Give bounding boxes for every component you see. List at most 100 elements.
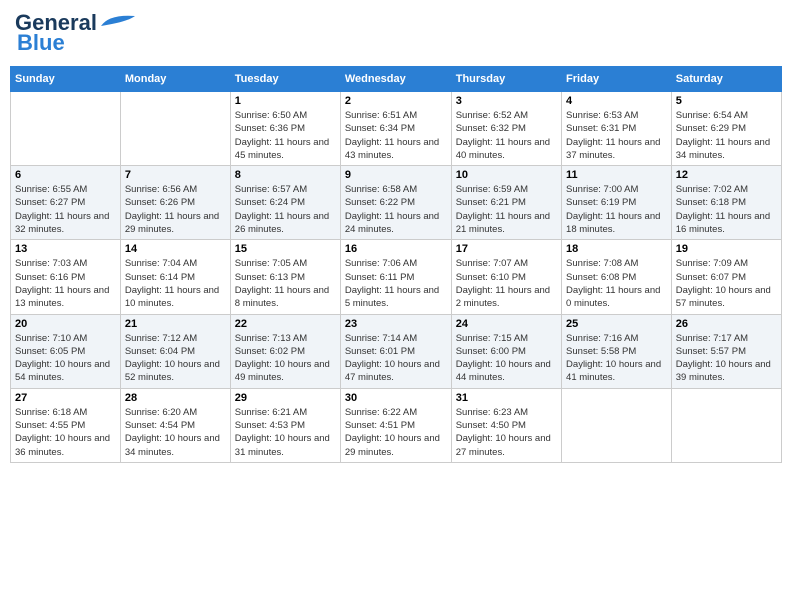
day-detail: Sunrise: 7:03 AM Sunset: 6:16 PM Dayligh… bbox=[15, 257, 116, 310]
day-detail: Sunrise: 6:56 AM Sunset: 6:26 PM Dayligh… bbox=[125, 183, 226, 236]
day-number: 18 bbox=[566, 243, 667, 255]
calendar-cell: 16 Sunrise: 7:06 AM Sunset: 6:11 PM Dayli… bbox=[340, 240, 451, 314]
day-number: 4 bbox=[566, 95, 667, 107]
calendar-cell: 20 Sunrise: 7:10 AM Sunset: 6:05 PM Dayli… bbox=[11, 314, 121, 388]
day-detail: Sunrise: 7:07 AM Sunset: 6:10 PM Dayligh… bbox=[456, 257, 557, 310]
day-detail: Sunrise: 7:00 AM Sunset: 6:19 PM Dayligh… bbox=[566, 183, 667, 236]
day-number: 24 bbox=[456, 318, 557, 330]
day-number: 17 bbox=[456, 243, 557, 255]
calendar-cell: 10 Sunrise: 6:59 AM Sunset: 6:21 PM Dayli… bbox=[451, 166, 561, 240]
calendar-cell: 1 Sunrise: 6:50 AM Sunset: 6:36 PM Daylig… bbox=[230, 92, 340, 166]
day-detail: Sunrise: 6:23 AM Sunset: 4:50 PM Dayligh… bbox=[456, 406, 557, 459]
day-detail: Sunrise: 6:55 AM Sunset: 6:27 PM Dayligh… bbox=[15, 183, 116, 236]
logo-blue: Blue bbox=[17, 30, 65, 56]
day-number: 19 bbox=[676, 243, 777, 255]
day-detail: Sunrise: 7:02 AM Sunset: 6:18 PM Dayligh… bbox=[676, 183, 777, 236]
calendar-cell: 30 Sunrise: 6:22 AM Sunset: 4:51 PM Dayli… bbox=[340, 388, 451, 462]
day-detail: Sunrise: 7:12 AM Sunset: 6:04 PM Dayligh… bbox=[125, 332, 226, 385]
day-number: 26 bbox=[676, 318, 777, 330]
calendar-cell: 5 Sunrise: 6:54 AM Sunset: 6:29 PM Daylig… bbox=[671, 92, 781, 166]
calendar-cell: 8Sunrise: 6:57 AM Sunset: 6:24 PM Daylig… bbox=[230, 166, 340, 240]
day-detail: Sunrise: 6:52 AM Sunset: 6:32 PM Dayligh… bbox=[456, 109, 557, 162]
day-detail: Sunrise: 6:21 AM Sunset: 4:53 PM Dayligh… bbox=[235, 406, 336, 459]
day-number: 13 bbox=[15, 243, 116, 255]
calendar-cell: 26 Sunrise: 7:17 AM Sunset: 5:57 PM Dayli… bbox=[671, 314, 781, 388]
logo: General Blue bbox=[15, 10, 137, 56]
calendar-cell: 21 Sunrise: 7:12 AM Sunset: 6:04 PM Dayli… bbox=[120, 314, 230, 388]
day-detail: Sunrise: 6:53 AM Sunset: 6:31 PM Dayligh… bbox=[566, 109, 667, 162]
day-number: 2 bbox=[345, 95, 447, 107]
calendar-cell: 6Sunrise: 6:55 AM Sunset: 6:27 PM Daylig… bbox=[11, 166, 121, 240]
day-detail: Sunrise: 6:50 AM Sunset: 6:36 PM Dayligh… bbox=[235, 109, 336, 162]
day-detail: Sunrise: 7:14 AM Sunset: 6:01 PM Dayligh… bbox=[345, 332, 447, 385]
calendar-cell: 3Sunrise: 6:52 AM Sunset: 6:32 PM Daylig… bbox=[451, 92, 561, 166]
day-number: 1 bbox=[235, 95, 336, 107]
day-detail: Sunrise: 6:20 AM Sunset: 4:54 PM Dayligh… bbox=[125, 406, 226, 459]
calendar-cell: 29 Sunrise: 6:21 AM Sunset: 4:53 PM Dayli… bbox=[230, 388, 340, 462]
day-detail: Sunrise: 7:17 AM Sunset: 5:57 PM Dayligh… bbox=[676, 332, 777, 385]
day-detail: Sunrise: 6:54 AM Sunset: 6:29 PM Dayligh… bbox=[676, 109, 777, 162]
calendar-week-3: 13 Sunrise: 7:03 AM Sunset: 6:16 PM Dayli… bbox=[11, 240, 782, 314]
calendar-cell: 15 Sunrise: 7:05 AM Sunset: 6:13 PM Dayli… bbox=[230, 240, 340, 314]
weekday-header-monday: Monday bbox=[120, 67, 230, 92]
calendar-cell: 4 Sunrise: 6:53 AM Sunset: 6:31 PM Daylig… bbox=[562, 92, 672, 166]
day-detail: Sunrise: 7:15 AM Sunset: 6:00 PM Dayligh… bbox=[456, 332, 557, 385]
calendar-cell: 7 Sunrise: 6:56 AM Sunset: 6:26 PM Daylig… bbox=[120, 166, 230, 240]
day-number: 29 bbox=[235, 392, 336, 404]
day-detail: Sunrise: 6:58 AM Sunset: 6:22 PM Dayligh… bbox=[345, 183, 447, 236]
calendar-cell: 31 Sunrise: 6:23 AM Sunset: 4:50 PM Dayli… bbox=[451, 388, 561, 462]
calendar-week-4: 20 Sunrise: 7:10 AM Sunset: 6:05 PM Dayli… bbox=[11, 314, 782, 388]
calendar-table: SundayMondayTuesdayWednesdayThursdayFrid… bbox=[10, 66, 782, 463]
day-number: 9 bbox=[345, 169, 447, 181]
calendar-cell bbox=[671, 388, 781, 462]
weekday-header-sunday: Sunday bbox=[11, 67, 121, 92]
day-detail: Sunrise: 7:08 AM Sunset: 6:08 PM Dayligh… bbox=[566, 257, 667, 310]
day-detail: Sunrise: 6:22 AM Sunset: 4:51 PM Dayligh… bbox=[345, 406, 447, 459]
calendar-cell bbox=[11, 92, 121, 166]
day-number: 23 bbox=[345, 318, 447, 330]
calendar-cell bbox=[562, 388, 672, 462]
day-number: 25 bbox=[566, 318, 667, 330]
day-detail: Sunrise: 7:05 AM Sunset: 6:13 PM Dayligh… bbox=[235, 257, 336, 310]
weekday-header-thursday: Thursday bbox=[451, 67, 561, 92]
calendar-cell: 14Sunrise: 7:04 AM Sunset: 6:14 PM Dayli… bbox=[120, 240, 230, 314]
logo-wing-icon bbox=[99, 12, 137, 30]
day-detail: Sunrise: 6:59 AM Sunset: 6:21 PM Dayligh… bbox=[456, 183, 557, 236]
calendar-cell: 12 Sunrise: 7:02 AM Sunset: 6:18 PM Dayli… bbox=[671, 166, 781, 240]
day-detail: Sunrise: 6:57 AM Sunset: 6:24 PM Dayligh… bbox=[235, 183, 336, 236]
day-detail: Sunrise: 6:18 AM Sunset: 4:55 PM Dayligh… bbox=[15, 406, 116, 459]
day-detail: Sunrise: 7:13 AM Sunset: 6:02 PM Dayligh… bbox=[235, 332, 336, 385]
weekday-header-wednesday: Wednesday bbox=[340, 67, 451, 92]
calendar-cell bbox=[120, 92, 230, 166]
weekday-header-saturday: Saturday bbox=[671, 67, 781, 92]
day-detail: Sunrise: 6:51 AM Sunset: 6:34 PM Dayligh… bbox=[345, 109, 447, 162]
day-number: 30 bbox=[345, 392, 447, 404]
calendar-cell: 11 Sunrise: 7:00 AM Sunset: 6:19 PM Dayli… bbox=[562, 166, 672, 240]
weekday-header-row: SundayMondayTuesdayWednesdayThursdayFrid… bbox=[11, 67, 782, 92]
day-number: 31 bbox=[456, 392, 557, 404]
day-number: 20 bbox=[15, 318, 116, 330]
calendar-cell: 25Sunrise: 7:16 AM Sunset: 5:58 PM Dayli… bbox=[562, 314, 672, 388]
day-number: 5 bbox=[676, 95, 777, 107]
day-number: 22 bbox=[235, 318, 336, 330]
day-detail: Sunrise: 7:06 AM Sunset: 6:11 PM Dayligh… bbox=[345, 257, 447, 310]
day-number: 12 bbox=[676, 169, 777, 181]
day-number: 7 bbox=[125, 169, 226, 181]
day-number: 15 bbox=[235, 243, 336, 255]
calendar-cell: 9 Sunrise: 6:58 AM Sunset: 6:22 PM Daylig… bbox=[340, 166, 451, 240]
day-number: 21 bbox=[125, 318, 226, 330]
day-number: 16 bbox=[345, 243, 447, 255]
calendar-cell: 18 Sunrise: 7:08 AM Sunset: 6:08 PM Dayli… bbox=[562, 240, 672, 314]
calendar-week-1: 1 Sunrise: 6:50 AM Sunset: 6:36 PM Daylig… bbox=[11, 92, 782, 166]
calendar-cell: 17 Sunrise: 7:07 AM Sunset: 6:10 PM Dayli… bbox=[451, 240, 561, 314]
day-detail: Sunrise: 7:04 AM Sunset: 6:14 PM Dayligh… bbox=[125, 257, 226, 310]
day-number: 11 bbox=[566, 169, 667, 181]
weekday-header-friday: Friday bbox=[562, 67, 672, 92]
calendar-cell: 23 Sunrise: 7:14 AM Sunset: 6:01 PM Dayli… bbox=[340, 314, 451, 388]
weekday-header-tuesday: Tuesday bbox=[230, 67, 340, 92]
day-number: 10 bbox=[456, 169, 557, 181]
calendar-cell: 22 Sunrise: 7:13 AM Sunset: 6:02 PM Dayli… bbox=[230, 314, 340, 388]
day-detail: Sunrise: 7:10 AM Sunset: 6:05 PM Dayligh… bbox=[15, 332, 116, 385]
calendar-cell: 27Sunrise: 6:18 AM Sunset: 4:55 PM Dayli… bbox=[11, 388, 121, 462]
calendar-cell: 28Sunrise: 6:20 AM Sunset: 4:54 PM Dayli… bbox=[120, 388, 230, 462]
